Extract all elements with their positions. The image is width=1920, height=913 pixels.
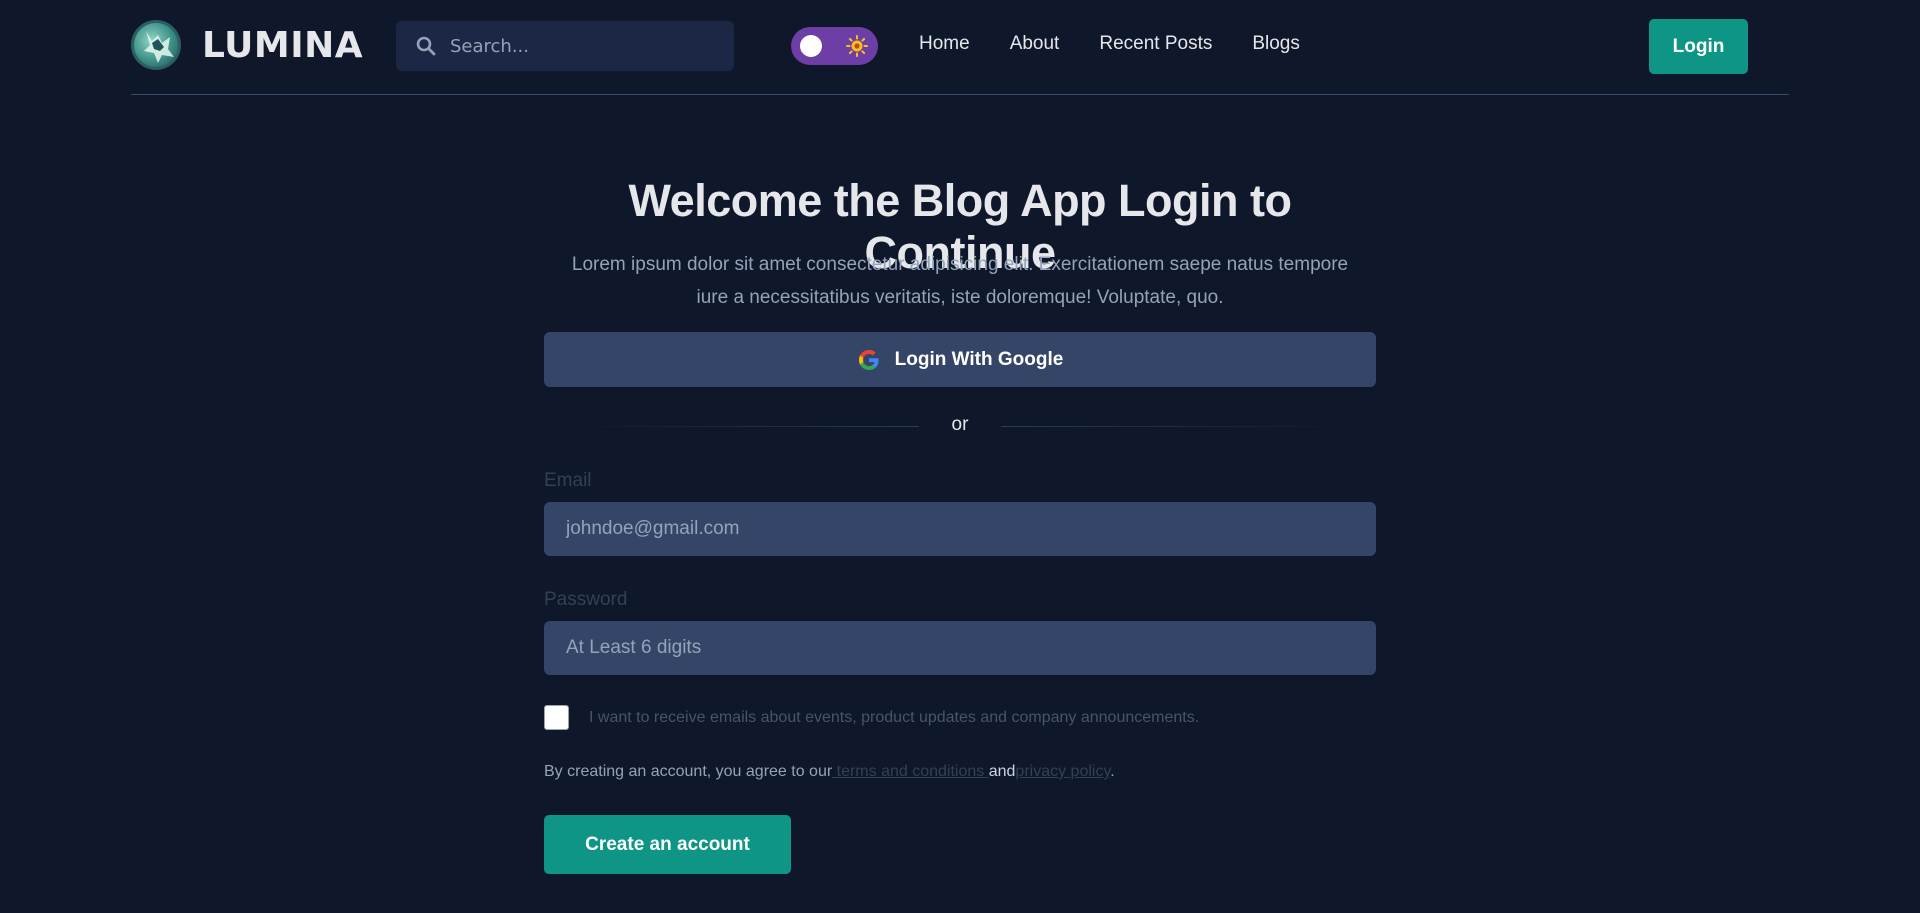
search-input[interactable] (450, 35, 710, 57)
email-consent-checkbox[interactable] (544, 705, 569, 730)
terms-and: and (988, 763, 1016, 780)
email-consent-label: I want to receive emails about events, p… (589, 708, 1200, 726)
password-label: Password (544, 589, 628, 610)
divider-text: or (951, 414, 969, 435)
navbar: LUMINA Home About Recent Posts Blogs Log… (131, 0, 1789, 95)
toggle-knob (800, 35, 822, 57)
create-account-button[interactable]: Create an account (544, 815, 791, 874)
terms-prefix: By creating an account, you agree to our (544, 763, 833, 780)
password-field[interactable] (544, 621, 1376, 675)
sun-icon (846, 35, 868, 57)
nav-home[interactable]: Home (919, 33, 970, 55)
page-subtitle: Lorem ipsum dolor sit amet consectetur a… (571, 254, 1349, 308)
google-icon (858, 349, 879, 370)
email-label: Email (544, 470, 592, 491)
theme-toggle[interactable] (791, 27, 878, 65)
brand-name: LUMINA (202, 24, 364, 66)
nav-recent-posts[interactable]: Recent Posts (1099, 33, 1212, 55)
or-divider: or (544, 414, 1376, 438)
terms-text: By creating an account, you agree to our… (544, 763, 1115, 781)
nav-blogs[interactable]: Blogs (1252, 33, 1300, 55)
google-login-button[interactable]: Login With Google (544, 332, 1376, 387)
privacy-link[interactable]: privacy policy (1015, 763, 1110, 780)
wolf-logo-icon (131, 20, 181, 70)
brand-logo[interactable]: LUMINA (131, 20, 363, 70)
terms-suffix: . (1110, 763, 1115, 780)
google-login-label: Login With Google (894, 348, 1064, 370)
divider-line-right (1001, 426, 1356, 427)
main-nav: Home About Recent Posts Blogs (919, 33, 1340, 55)
email-field[interactable] (544, 502, 1376, 556)
search-icon (416, 36, 436, 56)
nav-about[interactable]: About (1010, 33, 1060, 55)
header-login-button[interactable]: Login (1649, 19, 1748, 74)
email-consent-row: I want to receive emails about events, p… (544, 705, 1199, 730)
terms-link[interactable]: terms and conditions (832, 763, 989, 780)
search-bar[interactable] (396, 21, 734, 71)
